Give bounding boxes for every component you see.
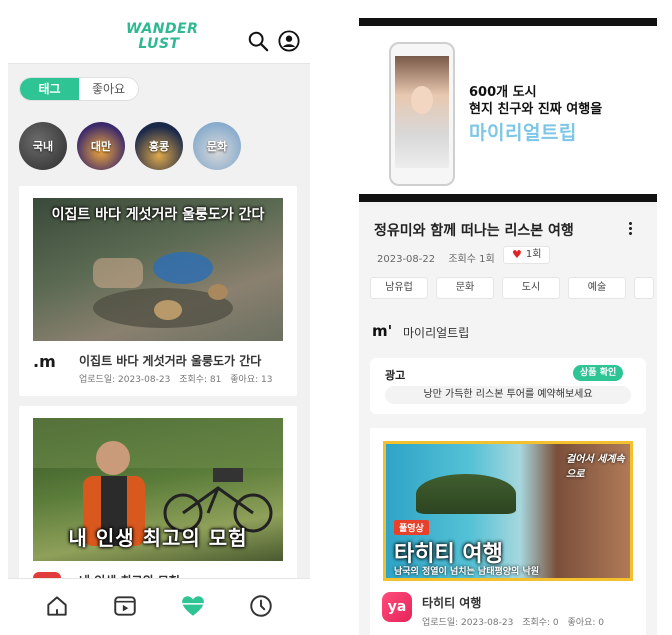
search-icon[interactable] (247, 30, 269, 52)
full-video-badge: 풀영상 (394, 520, 429, 535)
upload-date: 업로드일: 2023-08-23 (79, 375, 171, 385)
thumbnail-caption: 이집트 바다 게섯거라 울룽도가 간다 (51, 207, 265, 223)
bottom-navigation (8, 578, 310, 635)
chip-culture[interactable]: 문화 (436, 277, 494, 299)
video-card[interactable]: 걸어서 세계속으로 풀영상 타히티 여행 남국의 정열이 넘치는 남태평양의 낙… (370, 428, 646, 635)
app-header: WANDER LUST (8, 0, 310, 64)
video-detail: 정유미와 함께 떠나는 리스본 여행 2023-08-22 조회수 1회 ♥ 1… (359, 206, 657, 635)
detail-meta: 2023-08-22 조회수 1회 (377, 250, 505, 265)
video-title[interactable]: 타히티 여행 (422, 594, 481, 611)
left-screen: WANDER LUST 태그 좋아요 국내 대만 홍콩 문화 이집트 바다 게섯… (8, 0, 310, 635)
ad-box: 광고 상품 확인 낭만 가득한 리스본 투어를 예약해보세요 (370, 358, 646, 414)
ad-text[interactable]: 낭만 가득한 리스본 투어를 예약해보세요 (385, 386, 631, 404)
tag-chips: 남유럽 문화 도시 예술 (370, 277, 654, 299)
detail-date: 2023-08-22 (377, 254, 436, 265)
video-title[interactable]: 이집트 바다 게섯거라 울룽도가 간다 (79, 352, 261, 369)
more-options-icon[interactable] (625, 220, 635, 238)
heart-icon: ♥ (512, 248, 522, 261)
banner-brand: 마이리얼트립 (469, 122, 577, 144)
tab-likes[interactable]: 좋아요 (79, 78, 138, 100)
product-check-button[interactable]: 상품 확인 (573, 365, 624, 381)
video-card[interactable]: 내 인생 최고의 모험 내 인생 최고의 모험 (19, 406, 297, 592)
like-count: 1회 (525, 249, 542, 260)
history-clock-icon[interactable] (248, 593, 274, 619)
promo-banner[interactable]: 600개 도시 현지 친구와 진짜 여행을 마이리얼트립 (359, 18, 657, 202)
tag-culture[interactable]: 문화 (193, 122, 241, 170)
video-meta: 업로드일: 2023-08-23 조회수: 81 좋아요: 13 (79, 372, 278, 385)
video-thumbnail[interactable]: 걸어서 세계속으로 풀영상 타히티 여행 남국의 정열이 넘치는 남태평양의 낙… (383, 441, 633, 581)
video-card[interactable]: 이집트 바다 게섯거라 울룽도가 간다 .m 이집트 바다 게섯거라 울룽도가 … (19, 186, 297, 396)
right-screen: 600개 도시 현지 친구와 진짜 여행을 마이리얼트립 정유미와 함께 떠나는… (359, 18, 657, 635)
ad-label: 광고 (385, 369, 406, 382)
home-icon[interactable] (44, 593, 70, 619)
chip-more[interactable] (634, 277, 654, 299)
chip-city[interactable]: 도시 (502, 277, 560, 299)
detail-views: 조회수 1회 (448, 254, 495, 265)
heart-icon[interactable] (180, 593, 206, 619)
banner-line-2: 현지 친구와 진짜 여행을 (469, 102, 603, 117)
video-meta: 업로드일: 2023-08-23 조회수: 0 좋아요: 0 (422, 615, 610, 628)
tag-taiwan[interactable]: 대만 (77, 122, 125, 170)
island-scene (416, 474, 516, 514)
banner-headline: 600개 도시 현지 친구와 진짜 여행을 (469, 84, 602, 118)
view-count: 조회수: 0 (522, 618, 559, 628)
profile-icon[interactable] (278, 30, 300, 52)
tag-domestic[interactable]: 국내 (19, 122, 67, 170)
channel-logo: m' (372, 322, 393, 340)
chip-art[interactable]: 예술 (568, 277, 626, 299)
thumbnail-caption: 내 인생 최고의 모험 (68, 526, 248, 550)
phone-screen (395, 56, 449, 168)
like-button[interactable]: ♥ 1회 (503, 246, 551, 264)
program-logo: 걸어서 세계속으로 (566, 454, 625, 480)
detail-title: 정유미와 함께 떠나는 리스본 여행 (374, 223, 574, 239)
banner-line-1: 600개 도시 (469, 85, 537, 100)
wanderlust-logo[interactable]: WANDER LUST (126, 21, 199, 52)
video-library-icon[interactable] (112, 593, 138, 619)
logo-line-2: LUST (138, 36, 180, 52)
like-count: 좋아요: 0 (567, 618, 605, 628)
chip-southern-europe[interactable]: 남유럽 (370, 277, 428, 299)
thumbnail-subcaption: 남국의 정열이 넘치는 남태평양의 낙원 (394, 567, 540, 577)
phone-illustration (389, 42, 455, 186)
video-thumbnail[interactable]: 내 인생 최고의 모험 (33, 418, 283, 561)
tag-list: 국내 대만 홍콩 문화 (19, 122, 241, 170)
video-thumbnail[interactable]: 이집트 바다 게섯거라 울룽도가 간다 (33, 198, 283, 341)
tag-hongkong[interactable]: 홍콩 (135, 122, 183, 170)
person-photo (411, 86, 433, 114)
view-count: 조회수: 81 (179, 375, 222, 385)
upload-date: 업로드일: 2023-08-23 (422, 618, 514, 628)
channel-logo: ya (382, 592, 412, 622)
tab-tags[interactable]: 태그 (20, 78, 79, 100)
logo-line-1: WANDER (126, 21, 199, 37)
channel-logo: .m (33, 352, 56, 371)
tag-like-toggle: 태그 좋아요 (19, 77, 139, 101)
like-count: 좋아요: 13 (230, 375, 273, 385)
channel-name[interactable]: 마이리얼트립 (403, 324, 469, 341)
